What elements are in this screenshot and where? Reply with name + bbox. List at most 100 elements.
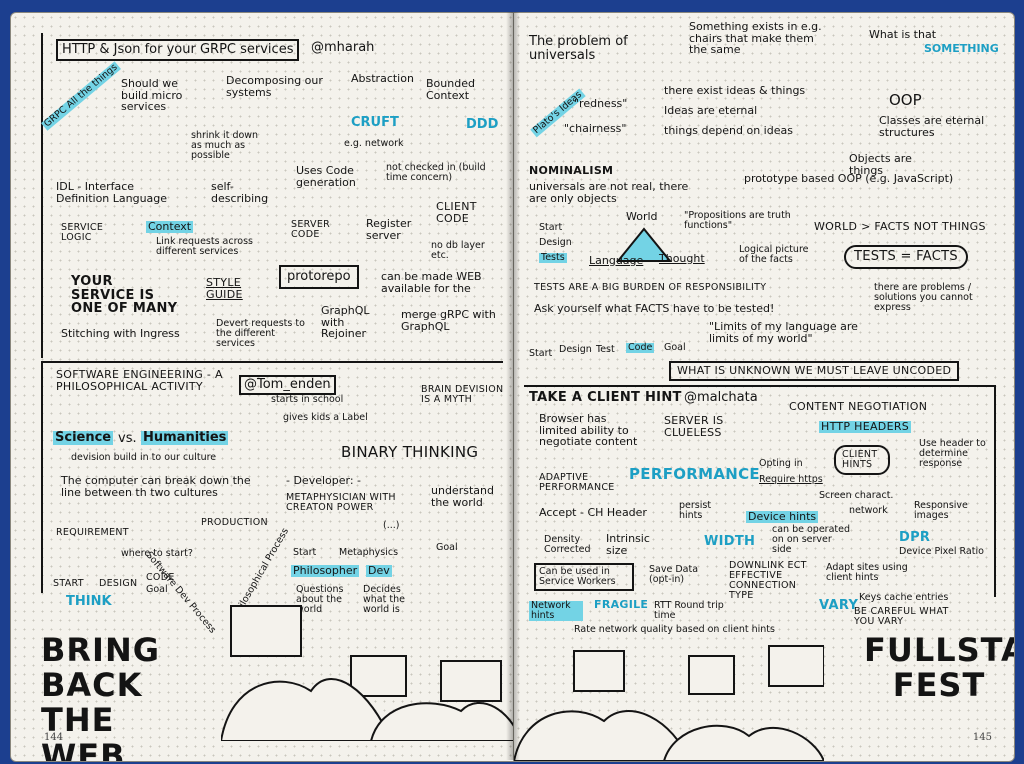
merge-note: merge gRPC with GraphQL [401,308,496,333]
phil-flow-dots: (...) [383,520,400,531]
developer-label: - Developer: - [286,474,362,487]
world-flow-tests: Tests [539,252,567,263]
world-flow-design: Design [539,237,572,248]
link-requests-note: Link requests across different services [156,236,254,257]
what-is-note: What is that [869,28,937,41]
language-label: Language [589,254,644,267]
requirement-label: REQUIREMENT [56,527,129,538]
vs-label: vs. [118,431,137,446]
shrink-note: shrink it down as much as possible [191,130,259,161]
downlink-note: DOWNLINK ECT Effective Connection Type [729,560,807,601]
flow2-code: Code [626,342,655,353]
responsive-images-note: Responsive images [914,500,968,521]
problems-note: there are problems / solutions you canno… [874,282,973,313]
ddd-label: DDD [466,117,499,132]
accept-ch-note: Accept - CH Header [539,506,647,519]
redness-label: "redness" [574,97,628,110]
dpr-label: DPR [899,530,931,545]
crowd-illustration-right [514,645,824,761]
flow2-start: Start [529,348,553,359]
tests-facts-label: TESTS = FACTS [844,245,968,269]
right-page: The problem of universals Something exis… [513,12,1015,762]
protorepo-label: protorepo [279,265,359,289]
phil-flow-metaphysics: Metaphysics [339,547,399,558]
bring-back-the-web: BRING BACK THE WEB [41,631,160,762]
nominalism-label: NOMINALISM [529,164,614,177]
vary-label: VARY [819,598,859,613]
service-logic: SERVICE LOGIC [61,222,104,243]
grpc-title: HTTP & Json for your GRPC services [56,39,300,61]
abstraction-label: Abstraction [351,72,414,85]
decomposing-note: Decomposing our systems [226,74,323,99]
save-data-note: Save Data (opt-in) [649,564,699,585]
screen-note: Screen charact. [819,490,894,501]
flow2-test: Test [596,344,615,355]
client-hints-label: CLIENT HINTS [834,445,890,475]
browser-note: Browser has limited ability to negotiate… [539,412,638,449]
limits-quote: "Limits of my language are limits of my … [709,320,858,345]
depend-note: things depend on ideas [664,124,793,137]
requirehttps-note: Require https [759,474,823,485]
ideas-eternal-note: Ideas are eternal [664,104,758,117]
web-available-note: can be made WEB available for the [381,270,482,295]
right-page-number: 145 [972,732,992,743]
your-service-note: YOUR SERVICE IS ONE OF MANY [71,274,178,317]
style-guide: STYLE GUIDE [206,276,243,301]
context-label: Context [146,220,194,233]
flow2-goal: Goal [664,342,686,353]
negotiation-label: CONTENT NEGOTIATION [789,400,928,413]
something-exists-note: Something exists in e.g. chairs that mak… [689,20,822,57]
network-hints-label: Network hints [529,601,583,621]
http-headers-label: HTTP HEADERS [819,420,912,433]
client-code: CLIENT CODE [436,200,477,225]
understand-note: understand the world [431,484,494,509]
propositions-note: "Propositions are truth functions" [684,210,791,231]
school-note: starts in school [271,394,344,405]
left-page-number: 144 [44,732,64,743]
think-label: THINK [66,594,112,609]
network-note: e.g. network [344,138,404,149]
clueless-label: SERVER IS CLUELESS [664,414,724,439]
service-workers-note: Can be used in Service Workers [534,563,634,591]
flow-start: START [53,578,84,589]
operated-note: can be operated on on server side [772,524,850,555]
microservices-question: Should we build micro services [121,77,183,114]
universals-problem: The problem of universals [529,34,628,63]
book-spine [506,12,520,760]
prototype-note: prototype based OOP (e.g. JavaScript) [744,172,954,185]
world-label: World [626,210,658,223]
kids-label-note: gives kids a Label [283,412,368,423]
cruft-label: CRUFT [351,115,399,130]
self-describing-note: self-describing [211,180,269,205]
flow2-design: Design [559,344,592,355]
idl-note: IDL - Interface Definition Language [56,180,168,205]
width-label: WIDTH [704,534,756,549]
client-hint-title: TAKE A CLIENT HINT [529,390,682,405]
left-page: HTTP & Json for your GRPC services @mhar… [10,12,515,762]
server-code: SERVER CODE [291,219,331,240]
science-label: Science [53,430,114,445]
fragile-label: FRAGILE [594,598,649,611]
rtt-note: RTT Round trip time [654,600,724,621]
brain-division-note: BRAIN DEVISION IS A MYTH [421,384,504,405]
network-label: network [849,505,888,516]
humanities-label: Humanities [141,430,229,445]
production-label: PRODUCTION [201,517,268,528]
philosopher-label: Philosopher [291,564,360,577]
chairness-label: "chairness" [564,122,627,135]
adapt-sites-note: Adapt sites using client hints [826,562,908,583]
world-facts-note: WORLD > FACTS not THINGS [814,220,986,233]
burden-note: TESTS ARE A BIG BURDEN OF RESPONSIBILITY [534,282,767,293]
no-db-note: no db layer etc. [431,240,485,261]
performance-label: PERFORMANCE [629,465,760,483]
computer-note: The computer can break down the line bet… [61,474,251,499]
bounded-context: Bounded Context [426,77,475,102]
keys-cache-note: Keys cache entries [859,592,949,603]
oop-label: OOP [889,91,922,109]
intrinsic-note: Intrinsic size [606,532,650,557]
unknown-note: WHAT IS UNKNOWN WE MUST LEAVE UNCODED [669,361,960,381]
flow-design: DESIGN [99,578,138,589]
phil-title: SOFTWARE ENGINEERING - A philosophical a… [56,368,223,393]
phil-flow-start: Start [293,547,317,558]
binary-thinking: BINARY THINKING [341,443,479,461]
